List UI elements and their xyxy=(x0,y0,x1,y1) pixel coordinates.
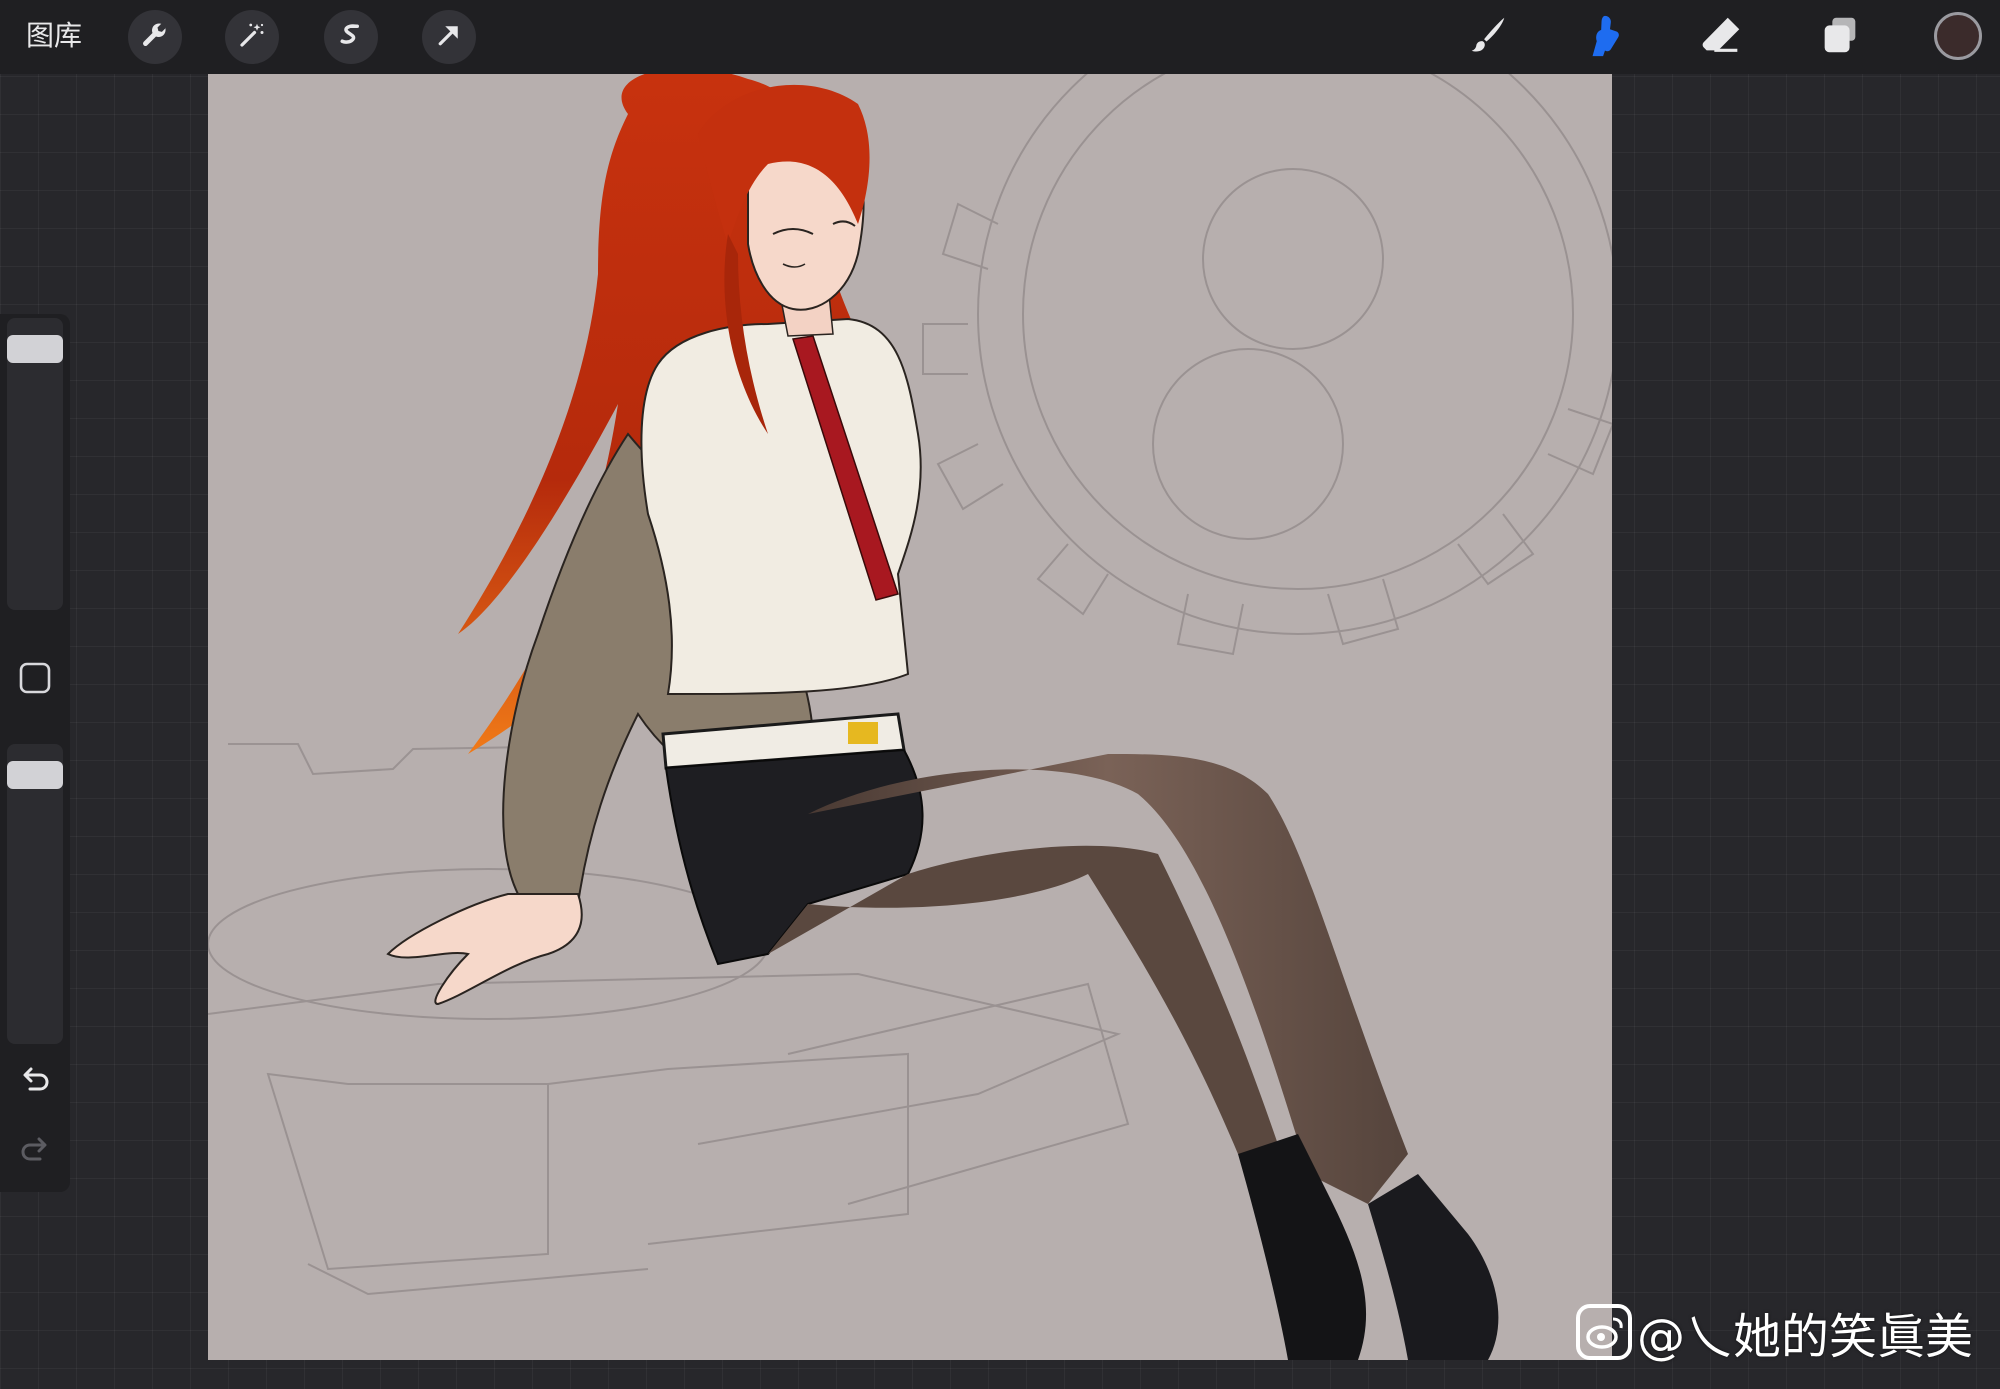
brush-icon xyxy=(1464,12,1510,62)
brush-size-slider-thumb[interactable] xyxy=(7,334,63,363)
modify-button[interactable] xyxy=(18,661,52,695)
procreate-app: 图库 @乀她的笑眞美 xyxy=(0,0,2000,1389)
artwork xyxy=(208,74,1612,1360)
smudge-tool-button[interactable] xyxy=(1580,12,1630,62)
color-picker-swatch[interactable] xyxy=(1934,12,1982,60)
brush-tool-button[interactable] xyxy=(1462,12,1512,62)
magic-wand-icon xyxy=(237,20,267,54)
layers-button[interactable] xyxy=(1815,12,1865,62)
bench-sketch xyxy=(208,736,1130,1296)
eraser-icon xyxy=(1699,12,1745,62)
redo-button[interactable] xyxy=(17,1132,53,1168)
selection-icon xyxy=(336,20,366,54)
layers-icon xyxy=(1817,12,1863,62)
transform-arrow-icon xyxy=(434,20,464,54)
weibo-logo-icon xyxy=(1575,1303,1633,1361)
transform-button[interactable] xyxy=(422,10,476,64)
adjustments-button[interactable] xyxy=(225,10,279,64)
opacity-slider-thumb[interactable] xyxy=(7,761,63,790)
drawing-canvas[interactable] xyxy=(208,74,1612,1360)
selection-button[interactable] xyxy=(324,10,378,64)
brush-size-slider[interactable] xyxy=(7,318,63,610)
watermark: @乀她的笑眞美 xyxy=(1575,1303,1973,1365)
watermark-text: @乀她的笑眞美 xyxy=(1637,1309,1974,1365)
opacity-slider[interactable] xyxy=(7,744,63,1044)
smudge-icon xyxy=(1582,12,1628,62)
actions-button[interactable] xyxy=(128,10,182,64)
left-sidebar xyxy=(0,314,70,1192)
wrench-icon xyxy=(140,20,170,54)
undo-icon xyxy=(17,1067,53,1102)
gallery-button[interactable]: 图库 xyxy=(26,16,82,56)
gear-sketch xyxy=(922,74,1612,656)
eraser-tool-button[interactable] xyxy=(1697,12,1747,62)
top-toolbar: 图库 xyxy=(0,0,2000,74)
redo-icon xyxy=(17,1137,53,1172)
undo-button[interactable] xyxy=(17,1062,53,1098)
modify-square-icon xyxy=(18,662,52,699)
